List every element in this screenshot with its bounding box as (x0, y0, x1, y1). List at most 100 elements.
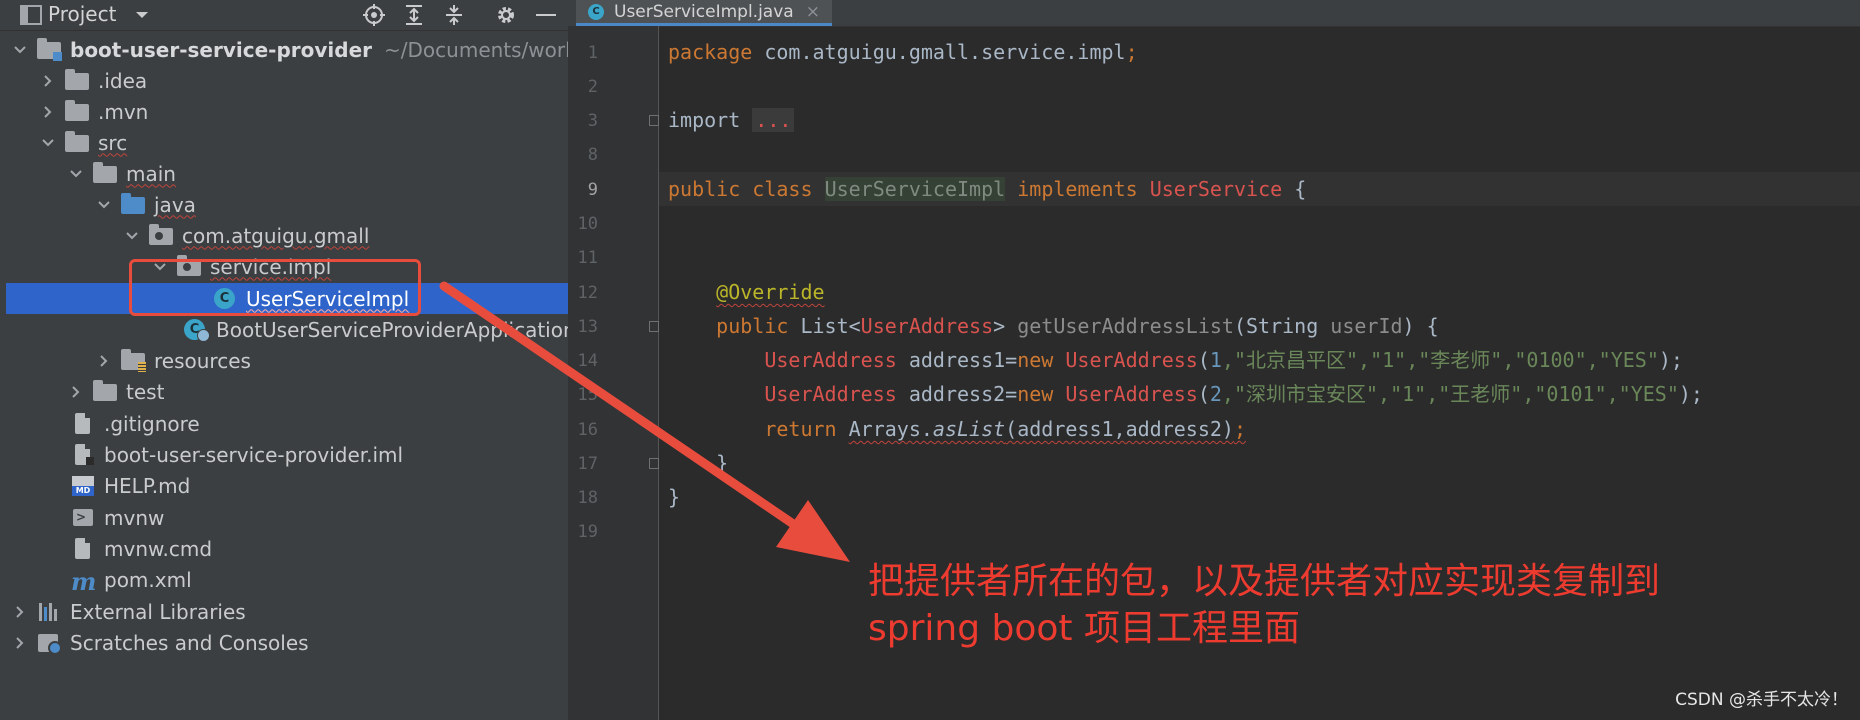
code-token: (String (1233, 314, 1331, 338)
editor-tab-user-service-impl[interactable]: C UserServiceImpl.java × (576, 0, 832, 26)
tab-label: UserServiceImpl.java (614, 1, 794, 22)
annotation-text: 把提供者所在的包，以及提供者对应实现类复制到 spring boot 项目工程里… (868, 558, 1748, 652)
code-token: implements (1017, 177, 1138, 201)
chevron-down-icon[interactable] (12, 42, 28, 58)
tree-item-gitignore[interactable]: .gitignore (0, 408, 568, 439)
tree-label: mvnw.cmd (104, 536, 213, 561)
tree-item-package[interactable]: com.atguigu.gmall (0, 220, 568, 251)
tree-item-mvn[interactable]: .mvn (0, 96, 568, 127)
chevron-right-icon[interactable] (40, 104, 56, 120)
line-number: 10 (577, 214, 598, 234)
tree-item-idea[interactable]: .idea (0, 65, 568, 96)
chevron-right-icon[interactable] (96, 353, 112, 369)
tree-item-root[interactable]: boot-user-service-provider ~/Documents/w… (0, 34, 568, 65)
code-token: com.atguigu.gmall.service.impl (752, 40, 1126, 64)
chevron-down-icon[interactable] (40, 135, 56, 151)
code-token: ( (1197, 382, 1210, 406)
expand-all-icon[interactable] (400, 0, 428, 30)
code-line-3[interactable]: import ... (668, 103, 795, 137)
code-token: UserAddress (764, 382, 897, 406)
locate-icon[interactable] (360, 0, 388, 30)
tree-label: Scratches and Consoles (70, 630, 309, 655)
gitignore-file-icon (70, 412, 96, 436)
code-line-16[interactable]: return Arrays.asList(address1,address2); (668, 412, 1246, 446)
chevron-right-icon[interactable] (12, 635, 28, 651)
tree-label: External Libraries (70, 599, 246, 624)
line-number: 12 (577, 283, 598, 303)
tree-label: .mvn (98, 99, 149, 124)
tree-label: boot-user-service-provider.iml (104, 442, 404, 467)
code-token: List< (788, 314, 861, 338)
tree-item-java[interactable]: java (0, 189, 568, 220)
project-tool-window: Project boot-user-service-provider ~/Doc… (0, 0, 568, 720)
code-token: UserAddress (1065, 382, 1198, 406)
fold-marker-icon[interactable] (649, 458, 659, 469)
code-line-1[interactable]: package com.atguigu.gmall.service.impl; (668, 35, 1138, 69)
line-number: 14 (577, 351, 598, 371)
package-icon (176, 254, 202, 279)
line-number: 18 (577, 488, 598, 508)
tree-item-external-libraries[interactable]: External Libraries (0, 596, 568, 627)
tree-item-boot-application[interactable]: C BootUserServiceProviderApplication (0, 314, 568, 345)
folder-icon (92, 379, 118, 404)
code-token: ); (1678, 382, 1703, 406)
tree-item-scratches[interactable]: Scratches and Consoles (0, 627, 568, 658)
chevron-down-icon[interactable] (68, 166, 84, 182)
minimize-icon[interactable] (532, 0, 560, 30)
dropdown-chevron-icon[interactable] (132, 0, 152, 30)
code-token: ,"北京昌平区","1","李老师","0100","YES" (1221, 348, 1659, 372)
code-token: UserServiceImpl (824, 177, 1006, 201)
code-token: package (668, 40, 753, 64)
annotation-line-2: spring boot 项目工程里面 (868, 608, 1300, 649)
tree-item-main[interactable]: main (0, 158, 568, 189)
tree-item-resources[interactable]: resources (0, 345, 568, 376)
chevron-right-icon[interactable] (40, 73, 56, 89)
tree-item-src[interactable]: src (0, 127, 568, 158)
tree-label: com.atguigu.gmall (182, 223, 370, 248)
iml-file-icon (70, 443, 96, 467)
tree-label: boot-user-service-provider (70, 37, 373, 62)
tree-item-pom[interactable]: m pom.xml (0, 564, 568, 596)
fold-marker-icon[interactable] (649, 321, 659, 332)
code-token: } (716, 451, 729, 475)
code-token[interactable]: ... (752, 108, 795, 132)
chevron-right-icon[interactable] (12, 604, 28, 620)
tree-item-mvnw[interactable]: > mvnw (0, 502, 568, 533)
code-line-12[interactable]: @Override (668, 275, 825, 309)
code-token: class (752, 177, 813, 201)
tree-item-mvnw-cmd[interactable]: mvnw.cmd (0, 533, 568, 564)
code-token: ; (1233, 417, 1246, 441)
code-token: (address1,address2) (1005, 417, 1234, 441)
close-icon[interactable]: × (806, 2, 820, 22)
gear-icon[interactable] (492, 0, 520, 30)
code-line-17[interactable]: } (668, 446, 728, 480)
fold-marker-icon[interactable] (649, 115, 659, 126)
code-token: 2 (1209, 382, 1222, 406)
code-token: new (1017, 348, 1054, 372)
panel-title[interactable]: Project (48, 0, 116, 28)
code-token: @Override (716, 280, 825, 304)
tree-label: .gitignore (104, 411, 200, 436)
tree-item-test[interactable]: test (0, 376, 568, 407)
tree-item-user-service-impl[interactable]: C UserServiceImpl (6, 283, 568, 314)
collapse-all-icon[interactable] (440, 0, 468, 30)
markdown-file-icon (70, 474, 96, 498)
code-line-18[interactable]: } (668, 480, 680, 514)
chevron-down-icon[interactable] (96, 197, 112, 213)
code-token: import (668, 108, 741, 132)
tree-item-help-md[interactable]: HELP.md (0, 470, 568, 501)
chevron-down-icon[interactable] (124, 228, 140, 244)
tree-item-iml[interactable]: boot-user-service-provider.iml (0, 439, 568, 470)
tree-item-service-impl[interactable]: service.impl (0, 251, 568, 282)
chevron-down-icon[interactable] (152, 259, 168, 275)
code-line-14[interactable]: UserAddress address1=new UserAddress(1,"… (668, 343, 1683, 377)
project-window-icon[interactable] (18, 0, 44, 30)
watermark: CSDN @杀手不太冷！ (1675, 690, 1848, 710)
line-number: 15 (577, 385, 598, 405)
chevron-right-icon[interactable] (68, 384, 84, 400)
code-line-15[interactable]: UserAddress address2=new UserAddress(2,"… (668, 377, 1703, 411)
code-line-9[interactable]: public class UserServiceImpl implements … (668, 172, 1306, 206)
code-token: ,"深圳市宝安区","1","王老师","0101","YES" (1221, 382, 1679, 406)
code-line-13[interactable]: public List<UserAddress> getUserAddressL… (668, 309, 1439, 343)
line-number: 19 (577, 522, 598, 542)
